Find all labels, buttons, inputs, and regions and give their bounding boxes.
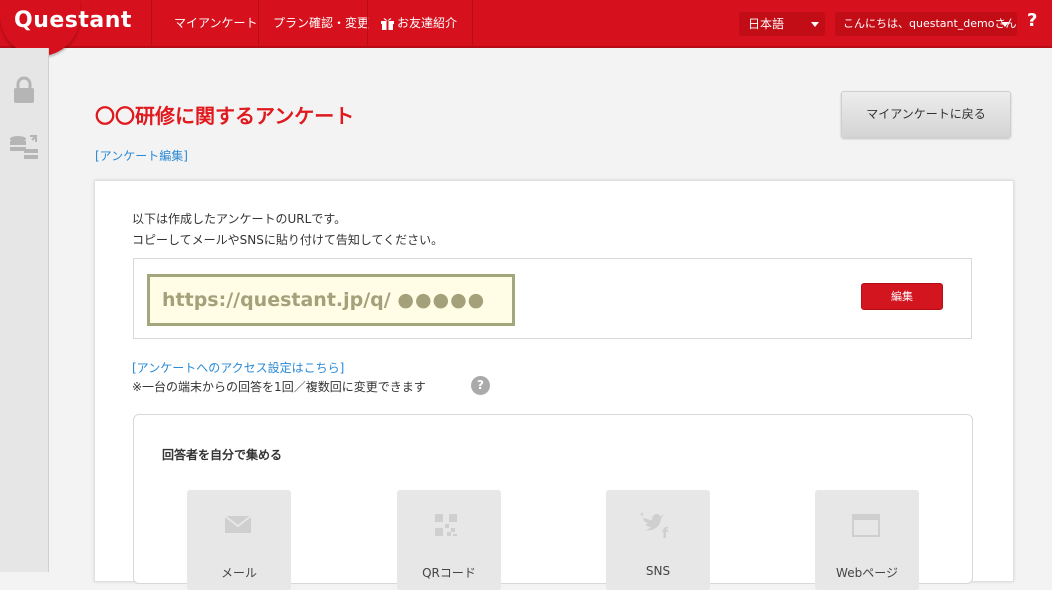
language-select[interactable]: 日本語 — [739, 12, 825, 36]
nav-refer-friend[interactable]: お友達紹介 — [380, 0, 457, 46]
survey-url-field[interactable]: https://questant.jp/q/ ●●●●● — [147, 274, 515, 326]
question-help-icon[interactable]: ? — [471, 376, 490, 395]
user-greeting: こんにちは、questant_demoさん — [843, 17, 1017, 30]
help-button[interactable]: ? — [1027, 10, 1037, 31]
share-sns-tile[interactable]: f SNS — [606, 490, 710, 590]
gift-icon — [381, 18, 394, 30]
share-webpage-tile[interactable]: Webページ — [815, 490, 919, 590]
share-email-label: メール — [220, 566, 257, 580]
logo-text: Questant — [14, 8, 132, 33]
edit-survey-link[interactable]: [アンケート編集] — [95, 147, 188, 164]
qrcode-icon — [435, 514, 457, 536]
language-value: 日本語 — [748, 17, 785, 31]
share-qrcode-tile[interactable]: QRコード — [397, 490, 501, 590]
survey-url-text: https://questant.jp/q/ — [162, 289, 391, 311]
share-qrcode-label: QRコード — [422, 566, 476, 580]
share-sns-label: SNS — [645, 564, 671, 578]
nav-divider — [367, 0, 368, 46]
answer-limit-note: ※一台の端末からの回答を1回／複数回に変更できます — [132, 380, 426, 394]
twitter-facebook-icon: f — [640, 512, 669, 540]
chevron-down-icon — [1001, 22, 1009, 27]
browser-window-icon — [852, 514, 880, 537]
survey-url-mask: ●●●●● — [397, 289, 486, 311]
chevron-down-icon — [811, 22, 819, 27]
nav-plan[interactable]: プラン確認・変更 — [273, 0, 369, 46]
access-settings-link[interactable]: [アンケートへのアクセス設定はこちら] — [132, 359, 344, 376]
nav-divider — [472, 0, 473, 46]
url-description-line2: コピーしてメールやSNSに貼り付けて告知してください。 — [132, 233, 444, 247]
url-description-line1: 以下は作成したアンケートのURLです。 — [132, 212, 347, 226]
top-navigation-bar: マイアンケート プラン確認・変更 お友達紹介 日本語 こんにちは、questan… — [0, 0, 1052, 48]
user-menu[interactable]: こんにちは、questant_demoさん — [835, 12, 1017, 36]
nav-divider — [151, 0, 152, 46]
back-to-my-surveys-button[interactable]: マイアンケートに戻る — [841, 91, 1011, 138]
nav-divider — [258, 0, 259, 46]
email-icon — [224, 515, 252, 533]
nav-my-surveys[interactable]: マイアンケート — [174, 0, 258, 46]
nav-refer-friend-label: お友達紹介 — [397, 16, 458, 30]
sidebar — [0, 48, 49, 572]
page-title: 〇〇研修に関するアンケート — [95, 104, 355, 128]
lock-icon[interactable] — [8, 74, 40, 106]
share-email-tile[interactable]: メール — [187, 490, 291, 590]
collect-respondents-title: 回答者を自分で集める — [162, 448, 283, 462]
database-transfer-icon[interactable] — [8, 132, 40, 164]
svg-text:f: f — [662, 526, 669, 540]
edit-url-button[interactable]: 編集 — [861, 283, 943, 310]
share-webpage-label: Webページ — [836, 566, 898, 580]
